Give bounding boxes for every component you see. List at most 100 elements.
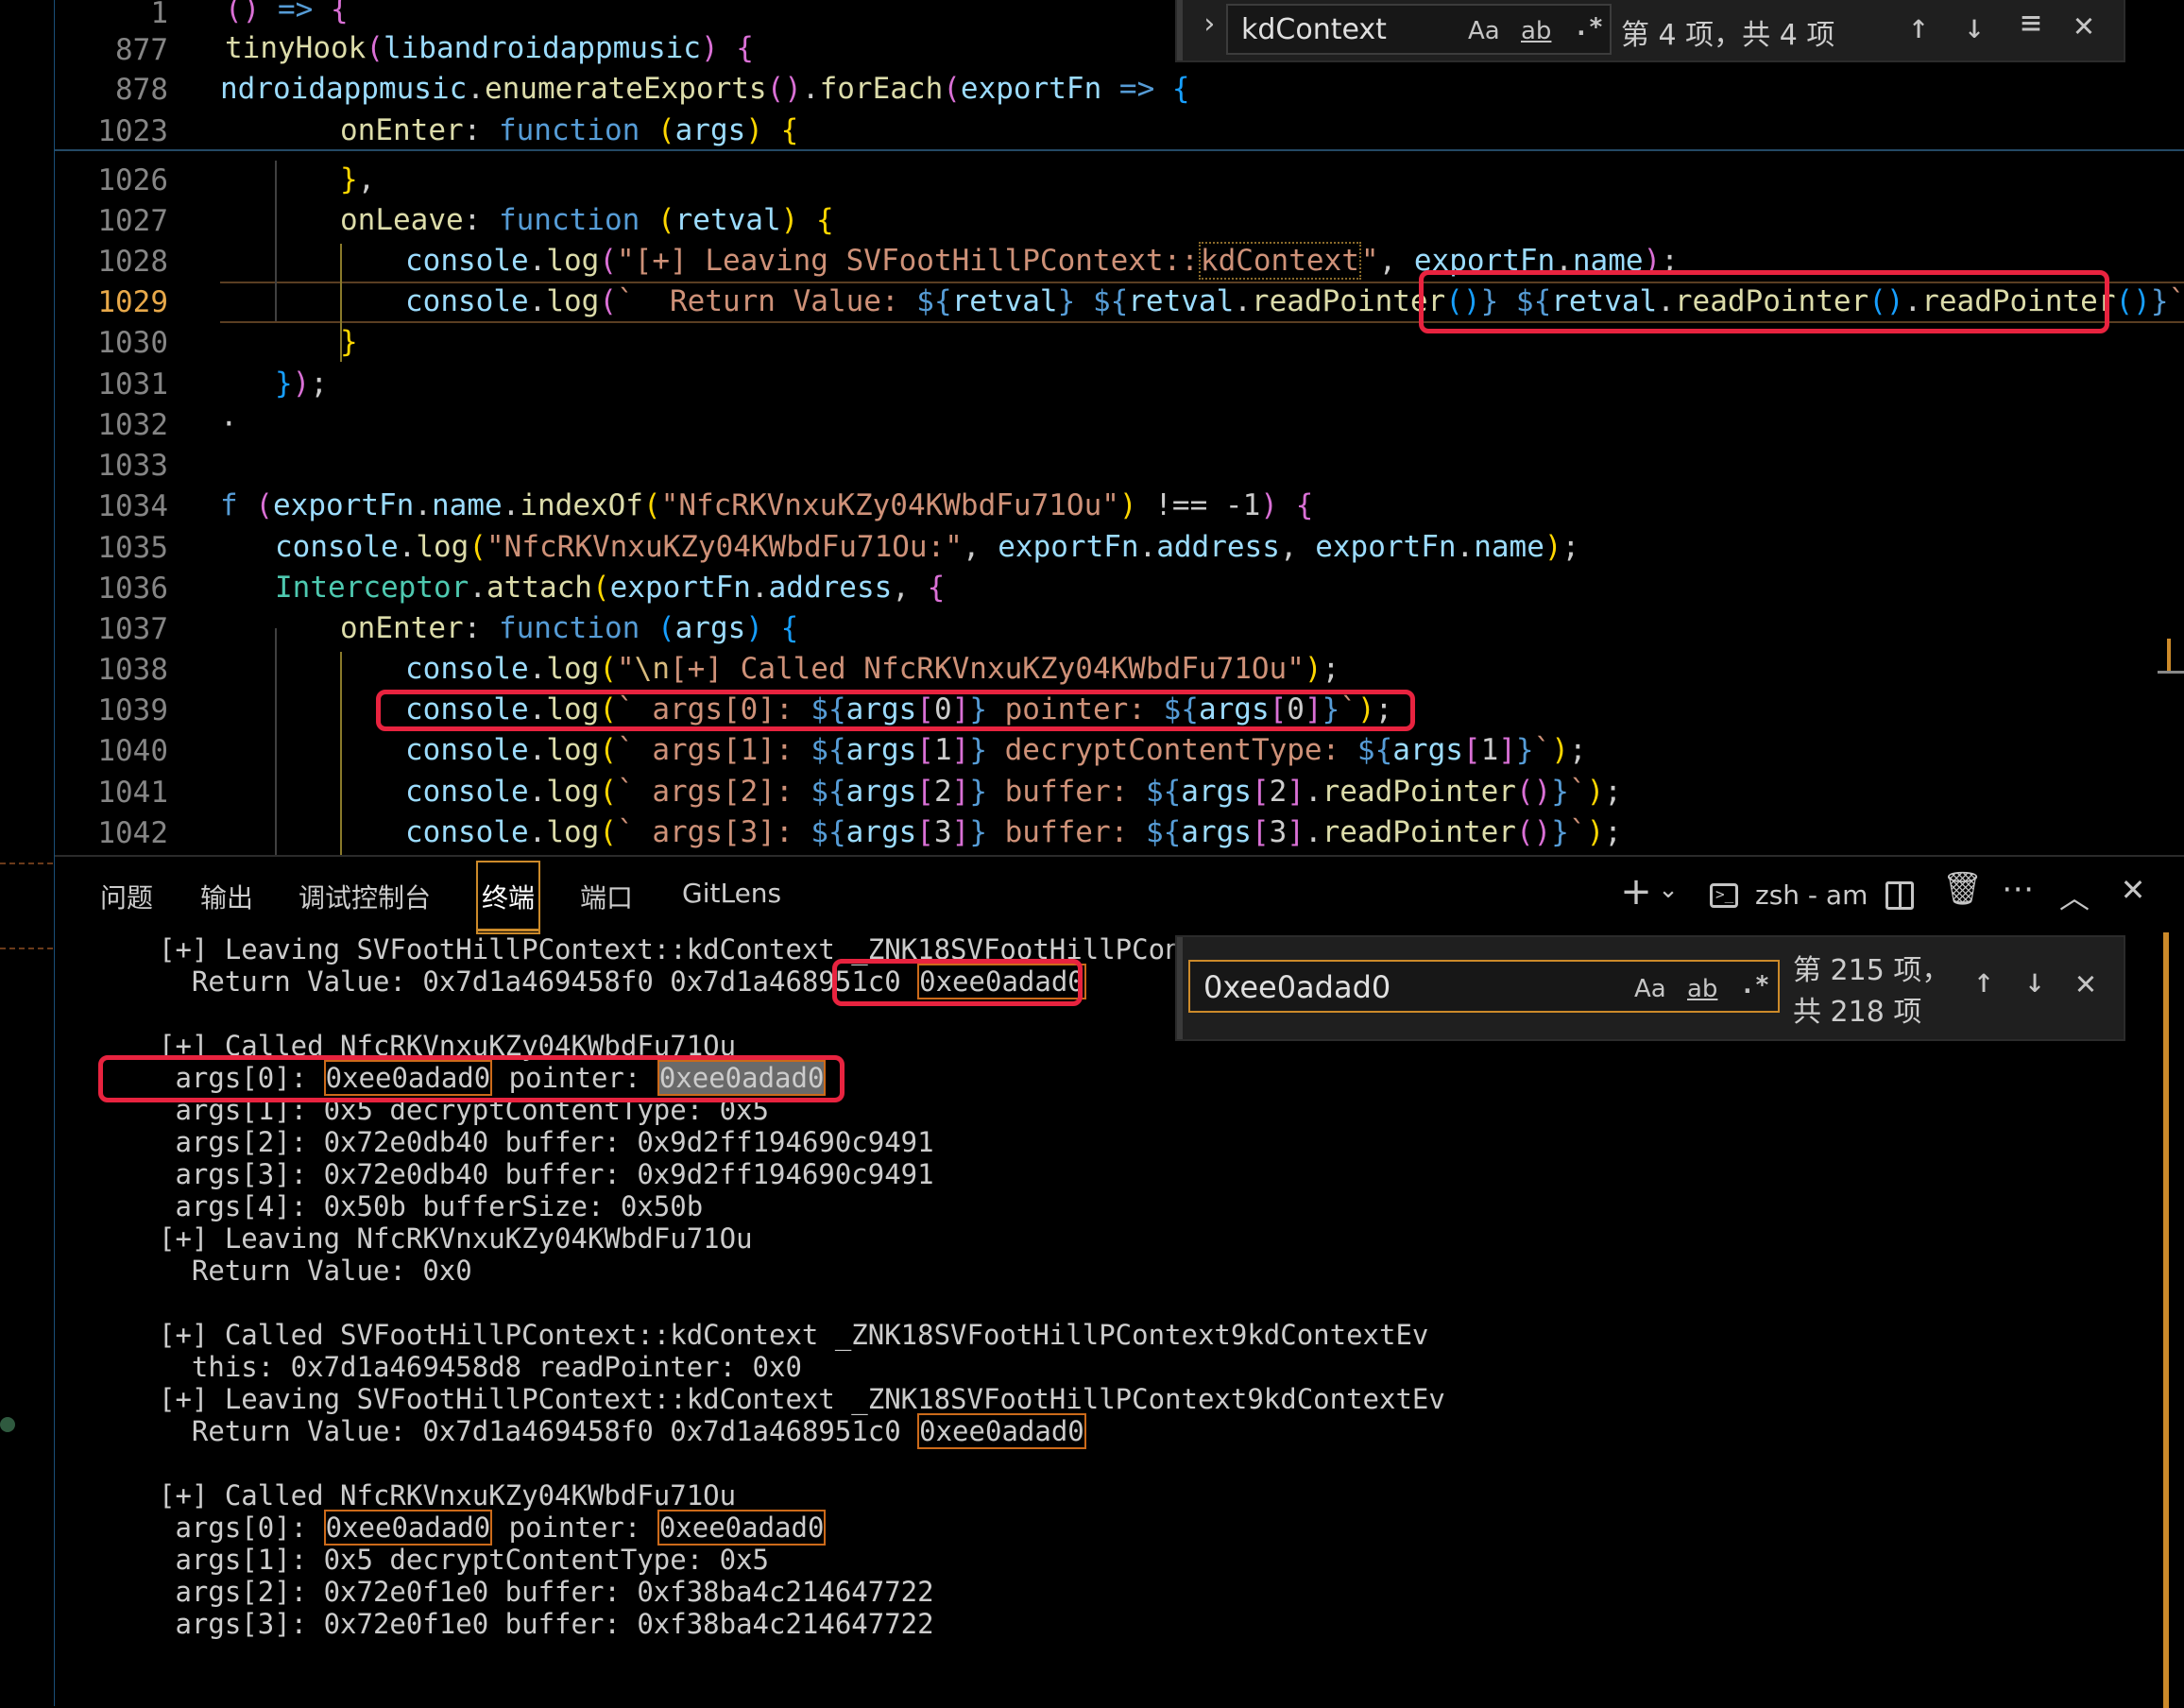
sticky-scroll-separator <box>55 149 2184 151</box>
line-number: 1038 <box>97 653 168 687</box>
left-marker <box>0 863 53 866</box>
code-line: f (exportFn.name.indexOf("NfcRKVnxuKZy04… <box>220 488 1314 522</box>
code-line: tinyHook(libandroidappmusic) { <box>225 31 754 65</box>
tab-ports[interactable]: 端口 <box>580 878 633 915</box>
line-number: 1026 <box>97 163 168 197</box>
terminal-line: args[3]: 0x72e0f1e0 buffer: 0xf38ba4c214… <box>159 1608 934 1640</box>
line-number: 878 <box>115 73 168 107</box>
code-line: console.log(` args[3]: ${args[3]} buffer… <box>405 815 1622 849</box>
search-match: 0xee0adad0 <box>917 1413 1086 1449</box>
line-number: 1023 <box>97 114 168 148</box>
match-case-toggle[interactable]: Aa <box>1468 17 1500 45</box>
line-number: 1 <box>150 0 168 30</box>
code-line: onEnter: function (args) { <box>340 113 799 147</box>
tab-problems[interactable]: 问题 <box>100 878 153 915</box>
terminal-name[interactable]: zsh - am <box>1755 880 1868 911</box>
find-input[interactable]: kdContext Aa ab .* <box>1226 4 1612 55</box>
tab-terminal[interactable]: 终端 <box>482 878 535 915</box>
terminal-line: [+] Leaving NfcRKVnxuKZy04KWbdFu71Ou <box>159 1222 753 1255</box>
tab-debug-console[interactable]: 调试控制台 <box>299 878 431 915</box>
tab-output[interactable]: 输出 <box>200 878 253 915</box>
more-icon[interactable]: ⋯ <box>1999 870 2037 908</box>
indent-guide <box>275 628 277 855</box>
terminal-line: [+] Called SVFootHillPContext::kdContext… <box>159 1319 1429 1351</box>
line-number: 1042 <box>97 816 168 850</box>
find-sash[interactable] <box>1177 937 1183 1039</box>
terminal-find-query: 0xee0adad0 <box>1203 969 1391 1005</box>
whole-word-toggle[interactable]: ab <box>1521 17 1551 45</box>
terminal-find-count-1: 第 215 项， <box>1793 954 1951 987</box>
find-result-count: 第 4 项，共 4 项 <box>1621 19 1835 52</box>
line-number: 1033 <box>97 449 168 483</box>
search-match: 0xee0adad0 <box>323 1510 493 1546</box>
indent-guide <box>275 161 277 321</box>
code-line: console.log("NfcRKVnxuKZy04KWbdFu71Ou:",… <box>275 530 1580 564</box>
arrow-up-icon[interactable]: ↑ <box>1900 8 1937 46</box>
regex-toggle[interactable]: .* <box>1740 971 1769 999</box>
line-number: 1037 <box>97 612 168 646</box>
line-number: 1035 <box>97 531 168 565</box>
code-line: ndroidappmusic.enumerateExports().forEac… <box>220 72 1190 106</box>
code-line: }, <box>340 162 376 196</box>
activity-strip <box>0 0 55 1706</box>
find-sash[interactable] <box>1177 0 1183 60</box>
code-line: console.log(` args[2]: ${args[2]} buffer… <box>405 775 1622 809</box>
terminal-scrollbar[interactable] <box>2163 932 2169 1708</box>
whole-word-toggle[interactable]: ab <box>1687 975 1717 1003</box>
line-number: 1027 <box>97 204 168 238</box>
annotation-box <box>98 1055 845 1102</box>
annotation-box <box>832 959 1083 1006</box>
arrow-up-icon[interactable]: ↑ <box>1965 962 2003 1000</box>
split-icon[interactable] <box>1885 881 1914 910</box>
find-query: kdContext <box>1241 13 1387 46</box>
tab-gitlens[interactable]: GitLens <box>682 878 781 909</box>
terminal-line: args[0]: 0xee0adad0 pointer: 0xee0adad0 <box>159 1510 827 1546</box>
line-number: 1036 <box>97 572 168 606</box>
line-number-current: 1029 <box>97 285 168 319</box>
close-icon[interactable]: ✕ <box>2114 872 2152 908</box>
line-number: 1034 <box>97 489 168 523</box>
terminal-icon: >_ <box>1710 883 1738 908</box>
code-line: () => { <box>225 0 349 26</box>
scroll-marker <box>2167 639 2171 673</box>
line-number: 1030 <box>97 326 168 360</box>
terminal-find-count-2: 共 218 项 <box>1793 996 1922 1029</box>
code-editor[interactable]: 1 877 878 1023 1026 1027 1028 1029 1030 … <box>55 0 2184 855</box>
code-line: onLeave: function (retval) { <box>340 203 834 237</box>
chevron-up-icon[interactable]: ︿ <box>2056 874 2093 917</box>
arrow-down-icon[interactable]: ↓ <box>2016 962 2054 1000</box>
line-number: 1041 <box>97 776 168 810</box>
find-in-selection-icon[interactable]: ≡ <box>2012 4 2050 43</box>
line-number: 1040 <box>97 734 168 768</box>
match-case-toggle[interactable]: Aa <box>1634 975 1666 1003</box>
terminal-find-input[interactable]: 0xee0adad0 Aa ab .* <box>1188 960 1780 1013</box>
code-line: } <box>340 325 358 359</box>
close-icon[interactable]: ✕ <box>2067 964 2105 1002</box>
terminal-line: [+] Leaving SVFootHillPContext::kdContex… <box>159 1383 1445 1415</box>
chevron-right-icon[interactable]: › <box>1190 8 1228 41</box>
close-icon[interactable]: ✕ <box>2065 6 2103 44</box>
terminal-line: args[4]: 0x50b bufferSize: 0x50b <box>159 1190 704 1222</box>
code-line: console.log("\n[+] Called NfcRKVnxuKZy04… <box>405 652 1340 686</box>
line-number: 877 <box>115 33 168 67</box>
code-line: · <box>220 407 238 441</box>
code-line: console.log(` args[1]: ${args[1]} decryp… <box>405 733 1587 767</box>
active-tab-indicator <box>476 929 540 931</box>
terminal-line: args[2]: 0x72e0f1e0 buffer: 0xf38ba4c214… <box>159 1576 934 1608</box>
arrow-down-icon[interactable]: ↓ <box>1955 8 1993 46</box>
terminal-line: Return Value: 0x7d1a469458f0 0x7d1a46895… <box>159 1413 1086 1449</box>
terminal-line: args[2]: 0x72e0db40 buffer: 0x9d2ff19469… <box>159 1126 934 1158</box>
terminal-line: Return Value: 0x0 <box>159 1255 472 1287</box>
terminal-line: args[1]: 0x5 decryptContentType: 0x5 <box>159 1544 770 1576</box>
line-number: 1039 <box>97 693 168 727</box>
terminal-line: args[3]: 0x72e0db40 buffer: 0x9d2ff19469… <box>159 1158 934 1190</box>
terminal-find-widget: 0xee0adad0 Aa ab .* 第 215 项， 共 218 项 ↑ ↓… <box>1175 935 2125 1041</box>
editor-find-widget: › kdContext Aa ab .* 第 4 项，共 4 项 ↑ ↓ ≡ ✕ <box>1175 0 2125 62</box>
code-line: onEnter: function (args) { <box>340 611 799 645</box>
chevron-down-icon[interactable]: ⌄ <box>1649 876 1687 904</box>
indent-guide <box>340 652 342 855</box>
trash-icon[interactable]: 🗑 <box>1942 870 1983 908</box>
terminal-line: [+] Leaving SVFootHillPContext::kdContex… <box>159 933 1264 965</box>
regex-toggle[interactable]: .* <box>1574 13 1603 42</box>
line-number: 1032 <box>97 408 168 442</box>
